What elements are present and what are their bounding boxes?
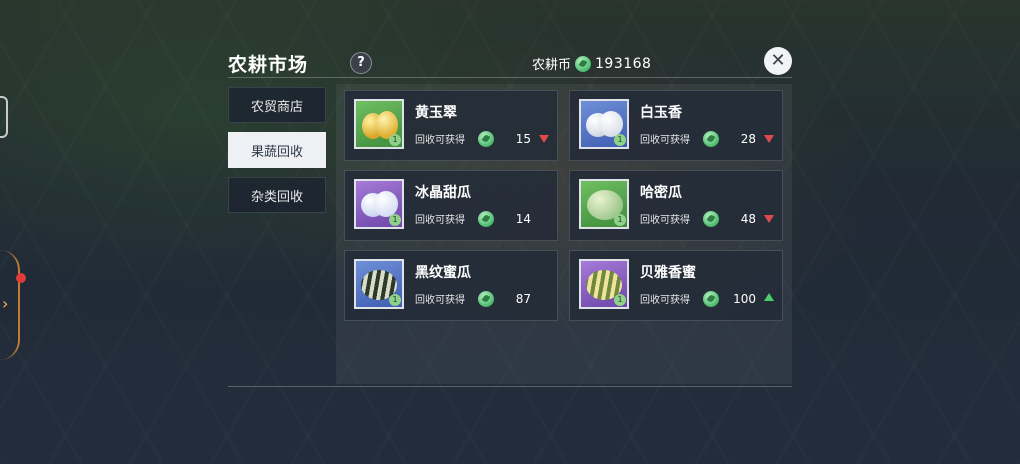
white-melon-icon: 1	[579, 99, 629, 149]
leaf-coin-icon	[478, 131, 494, 147]
item-name: 黑纹蜜瓜	[415, 265, 471, 281]
tab-label: 农贸商店	[250, 99, 303, 115]
reward-amount: 15	[515, 132, 531, 146]
striped-melon-icon: 1	[354, 259, 404, 309]
leaf-coin-icon	[703, 131, 719, 147]
currency-amount: 193168	[595, 55, 652, 72]
reward-amount: 28	[740, 132, 756, 146]
category-nav: 农贸商店 果蔬回收 杂类回收	[228, 87, 326, 222]
tab-produce-recycle[interactable]: 果蔬回收	[228, 132, 326, 168]
reward-amount: 87	[515, 292, 531, 306]
side-expand-arrow[interactable]: ›	[0, 250, 20, 360]
market-panel: 农耕市场 ? 农耕币 193168 ✕ 农贸商店 果蔬回收 杂类回收 1 黄玉翠…	[228, 44, 792, 388]
reward-amount: 14	[515, 212, 531, 226]
striped-yellow-melon-icon: 1	[579, 259, 629, 309]
price-down-icon	[539, 135, 549, 143]
yellow-melon-icon: 1	[354, 99, 404, 149]
price-down-icon	[764, 215, 774, 223]
item-card[interactable]: 1 哈密瓜 回收可获得 48	[569, 170, 783, 241]
reward-label: 回收可获得	[640, 295, 690, 306]
item-name: 冰晶甜瓜	[415, 185, 471, 201]
notification-dot	[16, 273, 26, 283]
tab-misc-recycle[interactable]: 杂类回收	[228, 177, 326, 213]
price-down-icon	[764, 135, 774, 143]
item-card[interactable]: 1 黑纹蜜瓜 回收可获得 87	[344, 250, 558, 321]
page-title: 农耕市场	[228, 54, 309, 76]
item-card[interactable]: 1 贝雅香蜜 回收可获得 100	[569, 250, 783, 321]
help-icon[interactable]: ?	[350, 52, 372, 74]
close-button[interactable]: ✕	[764, 47, 792, 75]
chevron-right-icon: ›	[2, 294, 9, 313]
divider	[228, 77, 792, 78]
item-name: 白玉香	[640, 105, 682, 121]
divider	[228, 386, 792, 387]
item-grid: 1 黄玉翠 回收可获得 15 1 白玉香 回收可获得 28 1 冰晶甜瓜 回收可…	[344, 90, 783, 321]
item-card[interactable]: 1 冰晶甜瓜 回收可获得 14	[344, 170, 558, 241]
item-list: 1 黄玉翠 回收可获得 15 1 白玉香 回收可获得 28 1 冰晶甜瓜 回收可…	[336, 84, 792, 384]
currency-label: 农耕币	[532, 58, 572, 73]
reward-label: 回收可获得	[640, 215, 690, 226]
leaf-coin-icon	[703, 291, 719, 307]
side-handle[interactable]	[0, 96, 8, 138]
leaf-coin-icon	[703, 211, 719, 227]
leaf-coin-icon	[478, 291, 494, 307]
ice-melon-icon: 1	[354, 179, 404, 229]
leaf-coin-icon	[575, 55, 592, 72]
reward-label: 回收可获得	[415, 135, 465, 146]
item-name: 哈密瓜	[640, 185, 682, 201]
reward-amount: 100	[733, 292, 756, 306]
tab-label: 果蔬回收	[250, 144, 303, 160]
reward-amount: 48	[740, 212, 756, 226]
tab-farm-shop[interactable]: 农贸商店	[228, 87, 326, 123]
item-card[interactable]: 1 白玉香 回收可获得 28	[569, 90, 783, 161]
reward-label: 回收可获得	[640, 135, 690, 146]
item-name: 黄玉翠	[415, 105, 457, 121]
currency-display: 农耕币 193168	[532, 54, 651, 73]
item-name: 贝雅香蜜	[640, 265, 696, 281]
item-card[interactable]: 1 黄玉翠 回收可获得 15	[344, 90, 558, 161]
hami-melon-icon: 1	[579, 179, 629, 229]
leaf-coin-icon	[478, 211, 494, 227]
reward-label: 回收可获得	[415, 295, 465, 306]
price-up-icon	[764, 293, 774, 301]
reward-label: 回收可获得	[415, 215, 465, 226]
tab-label: 杂类回收	[250, 189, 303, 205]
